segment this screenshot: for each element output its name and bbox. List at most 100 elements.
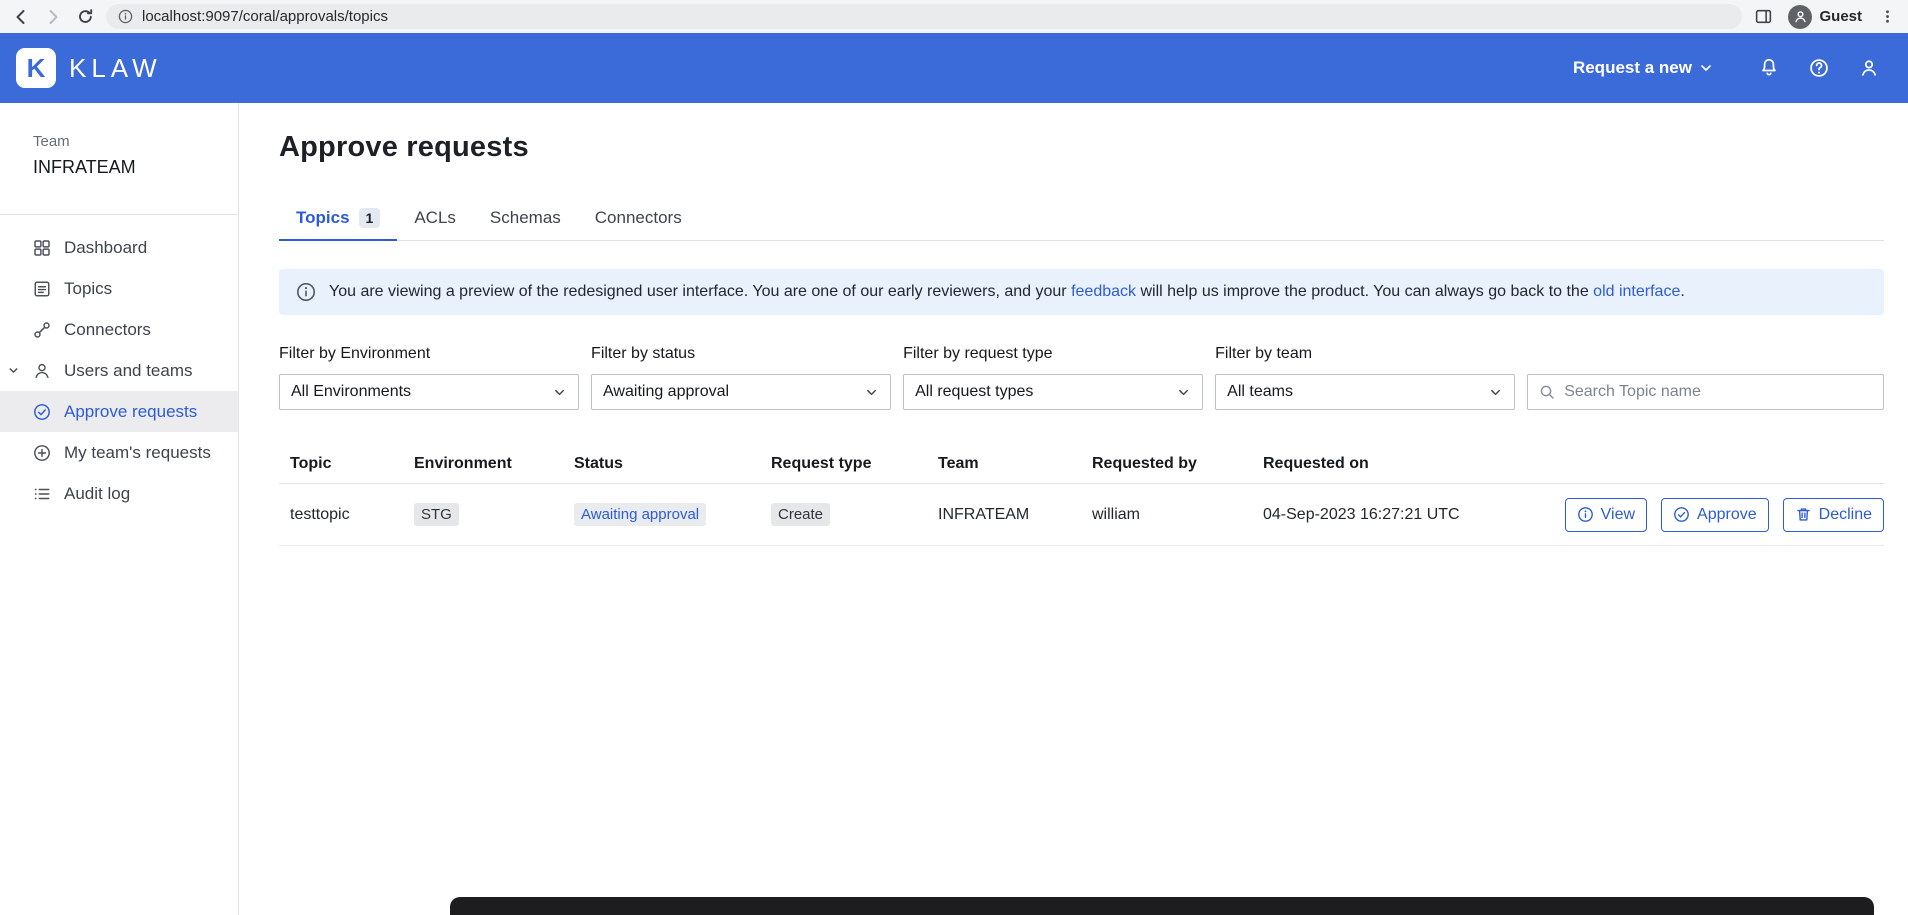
tab-connectors[interactable]: Connectors [578,196,699,241]
filter-bar: Filter by Environment All Environments F… [279,345,1884,410]
list-icon [33,485,51,503]
sidebar-item-label: Dashboard [64,238,147,258]
filter-status-label: Filter by status [591,345,891,363]
filter-team-label: Filter by team [1215,345,1515,363]
topics-icon [33,280,51,298]
notifications-bell-icon[interactable] [1756,55,1782,81]
banner-text-before: You are viewing a preview of the redesig… [329,283,1071,300]
tabs: Topics 1 ACLs Schemas Connectors [279,196,1884,241]
user-profile-icon[interactable] [1856,55,1882,81]
team-select[interactable]: All teams [1215,374,1515,410]
klaw-logo-icon: K [16,48,56,88]
feedback-link[interactable]: feedback [1071,283,1136,300]
request-type-select[interactable]: All request types [903,374,1203,410]
site-info-icon[interactable] [118,9,133,24]
team-name: INFRATEAM [33,157,238,178]
cell-team: INFRATEAM [927,506,1081,524]
tab-schemas[interactable]: Schemas [473,196,578,241]
approve-button[interactable]: Approve [1661,498,1769,532]
sidebar-item-label: Users and teams [64,361,193,381]
tab-label: Connectors [595,208,682,228]
status-select-value: Awaiting approval [603,383,729,401]
environment-select[interactable]: All Environments [279,374,579,410]
col-header-environment: Environment [403,455,563,473]
banner-text-middle: will help us improve the product. You ca… [1136,283,1593,300]
col-header-request-type: Request type [760,455,927,473]
browser-back-button[interactable] [10,6,32,28]
sidebar-item-label: My team's requests [64,443,211,463]
sidebar-item-topics[interactable]: Topics [0,268,238,309]
status-select[interactable]: Awaiting approval [591,374,891,410]
sidebar-nav: Dashboard Topics Connectors [0,215,238,514]
sidebar-item-my-teams-requests[interactable]: My team's requests [0,432,238,473]
connectors-icon [33,321,51,339]
check-circle-icon [33,403,51,421]
sidebar-item-approve-requests[interactable]: Approve requests [0,391,238,432]
cell-requested-by: william [1081,506,1252,524]
table-header-row: Topic Environment Status Request type Te… [279,444,1884,484]
search-icon [1539,384,1555,400]
preview-banner: You are viewing a preview of the redesig… [279,269,1884,315]
table-row: testtopic STG Awaiting approval Create I… [279,484,1884,546]
environment-select-value: All Environments [291,383,411,401]
search-input[interactable] [1564,383,1872,401]
sidebar-item-users-and-teams[interactable]: Users and teams [0,350,238,391]
brand-name: KLAW [69,53,162,84]
topic-search[interactable] [1527,374,1884,410]
users-icon [33,362,51,380]
tab-label: Topics [296,208,350,228]
banner-text: You are viewing a preview of the redesig… [329,283,1685,301]
decline-button[interactable]: Decline [1783,498,1884,532]
url-bar[interactable]: localhost:9097/coral/approvals/topics [106,4,1742,29]
chevron-down-icon [864,385,879,400]
browser-forward-button[interactable] [42,6,64,28]
tab-acls[interactable]: ACLs [397,196,473,241]
app-header: K KLAW Request a new [0,33,1908,103]
tab-label: Schemas [490,208,561,228]
info-circle-icon [1577,506,1594,523]
team-select-value: All teams [1227,383,1293,401]
status-chip: Awaiting approval [574,503,706,526]
trash-icon [1795,506,1812,523]
dashboard-icon [33,239,51,257]
sidebar: Team INFRATEAM Dashboard Topics C [0,103,239,915]
chevron-down-icon [552,385,567,400]
col-header-requested-on: Requested on [1252,455,1547,473]
decline-button-label: Decline [1819,506,1872,524]
browser-profile[interactable]: Guest [1784,3,1866,31]
chevron-down-icon [1698,60,1714,76]
request-a-new-button[interactable]: Request a new [1573,58,1714,78]
tab-topics[interactable]: Topics 1 [279,196,397,241]
sidebar-item-dashboard[interactable]: Dashboard [0,227,238,268]
help-icon[interactable] [1806,55,1832,81]
pending-count-badge: 1 [359,208,381,228]
guest-avatar [1788,5,1812,29]
browser-menu-icon[interactable] [1876,6,1898,28]
view-button-label: View [1601,506,1635,524]
banner-text-after: . [1680,283,1684,300]
browser-refresh-button[interactable] [74,6,96,28]
page-title: Approve requests [279,131,1884,164]
approve-button-label: Approve [1697,506,1757,524]
view-button[interactable]: View [1565,498,1647,532]
cell-requested-on: 04-Sep-2023 16:27:21 UTC [1252,506,1547,524]
tab-label: ACLs [414,208,456,228]
sidebar-item-label: Audit log [64,484,130,504]
row-actions: View Approve Decline [1554,498,1884,532]
request-a-new-label: Request a new [1573,58,1692,78]
main-content: Approve requests Topics 1 ACLs Schemas C… [239,103,1908,915]
info-icon [296,282,316,302]
team-label: Team [33,133,238,150]
side-panel-icon[interactable] [1752,6,1774,28]
sidebar-item-label: Topics [64,279,112,299]
old-interface-link[interactable]: old interface [1593,283,1680,300]
request-type-chip: Create [771,503,830,526]
col-header-requested-by: Requested by [1081,455,1252,473]
chevron-down-icon[interactable] [7,364,20,377]
sidebar-item-connectors[interactable]: Connectors [0,309,238,350]
chevron-down-icon [1176,385,1191,400]
check-circle-icon [1673,506,1690,523]
environment-chip: STG [414,503,459,526]
sidebar-item-label: Connectors [64,320,151,340]
sidebar-item-audit-log[interactable]: Audit log [0,473,238,514]
